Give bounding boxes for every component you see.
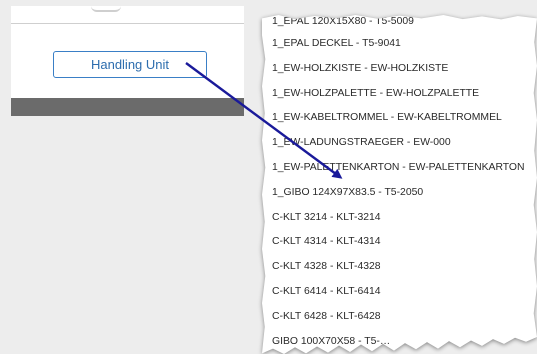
dropdown-item[interactable]: 1_EW-LADUNGSTRAEGER - EW-000	[262, 131, 537, 156]
dropdown-item[interactable]: C-KLT 4314 - KLT-4314	[262, 230, 537, 255]
dropdown-item[interactable]: 1_EW-PALETTENKARTON - EW-PALETTENKARTON	[262, 156, 537, 181]
dropdown-item[interactable]: C-KLT 6428 - KLT-6428	[262, 305, 537, 330]
dropdown-item[interactable]: 1_EPAL DECKEL - T5-9041	[262, 32, 537, 57]
dropdown-item[interactable]: 1_EW-HOLZKISTE - EW-HOLZKISTE	[262, 57, 537, 82]
dropdown-item[interactable]: GIBO 100X70X58 - T5-…	[262, 330, 537, 354]
handling-unit-button[interactable]: Handling Unit	[53, 51, 207, 78]
dropdown-item[interactable]: C-KLT 4328 - KLT-4328	[262, 255, 537, 280]
dropdown-list: 1_EPAL 120X15X80 - T5-5009 1_EPAL DECKEL…	[262, 15, 537, 354]
sap-ui-panel: Handling Unit	[11, 6, 244, 116]
dropdown-item[interactable]: 1_EPAL 120X15X80 - T5-5009	[262, 15, 537, 32]
partial-ui-element	[91, 6, 121, 12]
dropdown-item[interactable]: 1_EW-HOLZPALETTE - EW-HOLZPALETTE	[262, 82, 537, 107]
dropdown-item[interactable]: C-KLT 3214 - KLT-3214	[262, 206, 537, 231]
divider	[11, 23, 244, 24]
handling-unit-dropdown: 1_EPAL 120X15X80 - T5-5009 1_EPAL DECKEL…	[262, 15, 537, 354]
dropdown-item[interactable]: 1_EW-KABELTROMMEL - EW-KABELTROMMEL	[262, 106, 537, 131]
dropdown-item[interactable]: 1_GIBO 124X97X83.5 - T5-2050	[262, 181, 537, 206]
dropdown-item[interactable]: C-KLT 6414 - KLT-6414	[262, 280, 537, 305]
dropdown-panel: 1_EPAL 120X15X80 - T5-5009 1_EPAL DECKEL…	[262, 15, 537, 354]
footer-bar	[11, 98, 244, 116]
